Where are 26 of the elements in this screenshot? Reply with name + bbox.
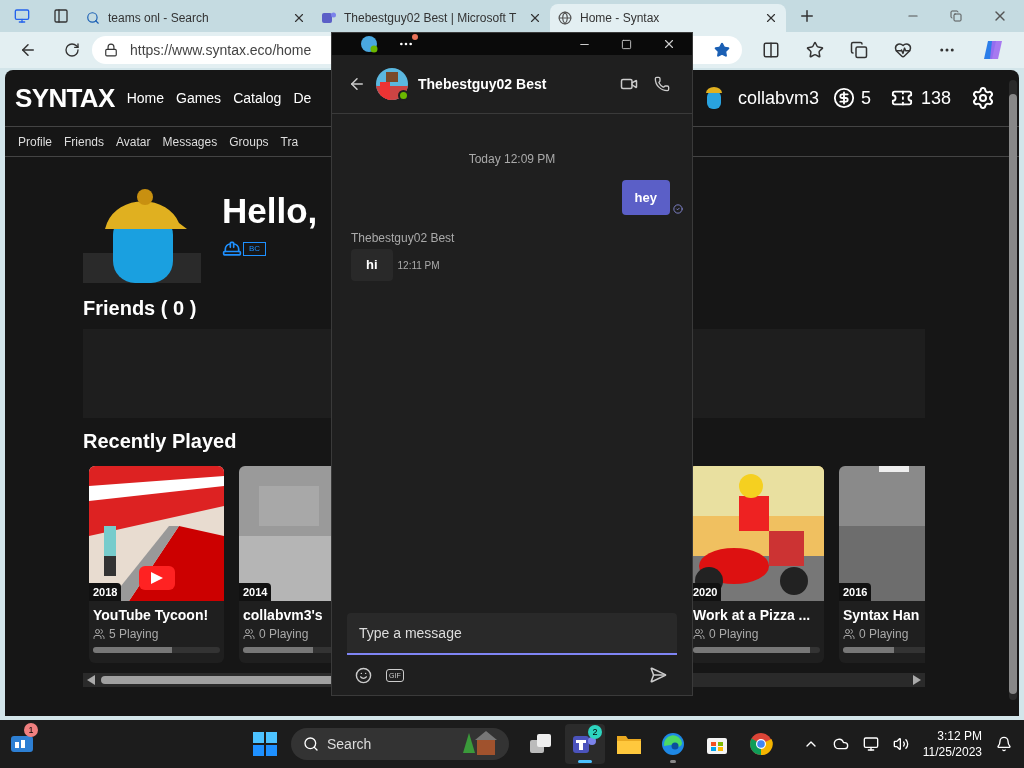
- game-title: Work at a Pizza ...: [693, 606, 812, 625]
- notification-badge: 2: [588, 725, 602, 739]
- player-count: 0 Playing: [859, 626, 909, 643]
- message-time: 12:11 PM: [397, 258, 440, 273]
- sender-name: Thebestguy02 Best: [351, 230, 456, 247]
- player-count: 5 Playing: [109, 626, 159, 643]
- date-divider: Today 12:09 PM: [467, 151, 557, 168]
- player-count: 0 Playing: [259, 626, 309, 643]
- received-message: hi: [351, 249, 393, 281]
- greeting: Hello,: [222, 191, 318, 231]
- robux-count: 5: [860, 86, 871, 110]
- tab-title: teams onl - Search: [108, 10, 210, 27]
- notification-badge: 1: [24, 723, 38, 737]
- tab-title: Home - Syntax: [580, 10, 661, 27]
- player-count: 0 Playing: [709, 626, 759, 643]
- game-title: YouTube Tycoon!: [93, 606, 210, 625]
- tab-title: Thebestguy02 Best | Microsoft T: [344, 10, 518, 27]
- section-title: Friends ( 0 ): [83, 296, 198, 321]
- membership-badge: BC: [243, 242, 267, 256]
- sent-message: hey: [621, 180, 670, 215]
- ticket-count: 138: [920, 86, 951, 110]
- search-placeholder: Search: [327, 734, 372, 754]
- game-title: collabvm3's: [243, 606, 324, 625]
- game-title: Syntax Han: [843, 606, 921, 625]
- section-title: Recently Played: [83, 429, 238, 454]
- url-text: https://www.syntax.eco/home: [130, 40, 312, 60]
